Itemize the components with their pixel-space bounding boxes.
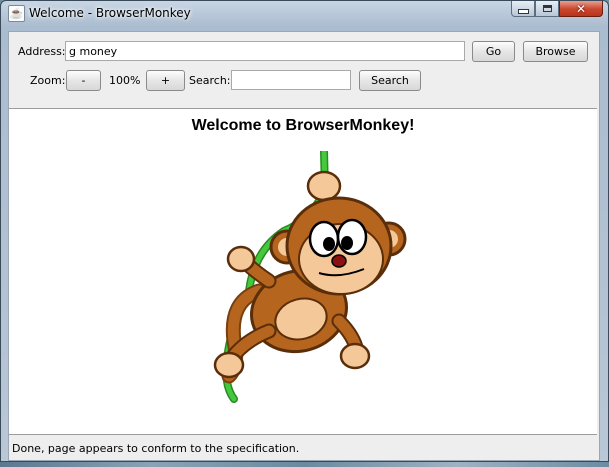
close-button[interactable]: ✕ [559, 1, 603, 17]
monkey-nose [331, 254, 347, 268]
search-label: Search: [189, 74, 231, 87]
maximize-icon [542, 5, 552, 12]
app-window: ☕ Welcome - BrowserMonkey ✕ Address: Go … [0, 0, 609, 462]
minimize-button[interactable] [511, 1, 535, 17]
browse-button[interactable]: Browse [523, 41, 588, 62]
zoom-level: 100% [109, 74, 141, 87]
monkey-eye-right [336, 218, 368, 256]
zoom-out-button[interactable]: - [66, 70, 101, 91]
zoom-label: Zoom: [30, 74, 66, 87]
client-area: Address: Go Browse Zoom: - 100% + Search… [8, 31, 600, 461]
monkey-hand-left [226, 245, 256, 273]
window-title: Welcome - BrowserMonkey [29, 6, 191, 20]
address-input[interactable] [65, 41, 465, 61]
monkey-illustration [213, 151, 407, 403]
status-text: Done, page appears to conform to the spe… [12, 442, 300, 455]
maximize-button[interactable] [535, 1, 559, 17]
title-bar[interactable]: ☕ Welcome - BrowserMonkey ✕ [1, 1, 608, 25]
status-bar: Done, page appears to conform to the spe… [9, 435, 599, 460]
search-input[interactable] [231, 70, 351, 90]
monkey-eye-left [308, 220, 340, 258]
page-heading: Welcome to BrowserMonkey! [191, 117, 415, 134]
monkey-foot [213, 351, 245, 379]
toolbar: Address: Go Browse Zoom: - 100% + Search… [9, 32, 599, 108]
address-label: Address: [18, 45, 66, 58]
go-button[interactable]: Go [472, 41, 515, 62]
page-content-area[interactable]: Welcome to BrowserMonkey! [9, 108, 597, 435]
java-app-icon: ☕ [8, 5, 25, 22]
monkey-hand-top [306, 170, 342, 202]
minimize-icon [517, 9, 529, 14]
search-button[interactable]: Search [359, 70, 421, 91]
window-controls: ✕ [511, 1, 603, 19]
monkey-hand-right [339, 342, 371, 370]
zoom-in-button[interactable]: + [146, 70, 185, 91]
close-icon: ✕ [575, 1, 587, 16]
